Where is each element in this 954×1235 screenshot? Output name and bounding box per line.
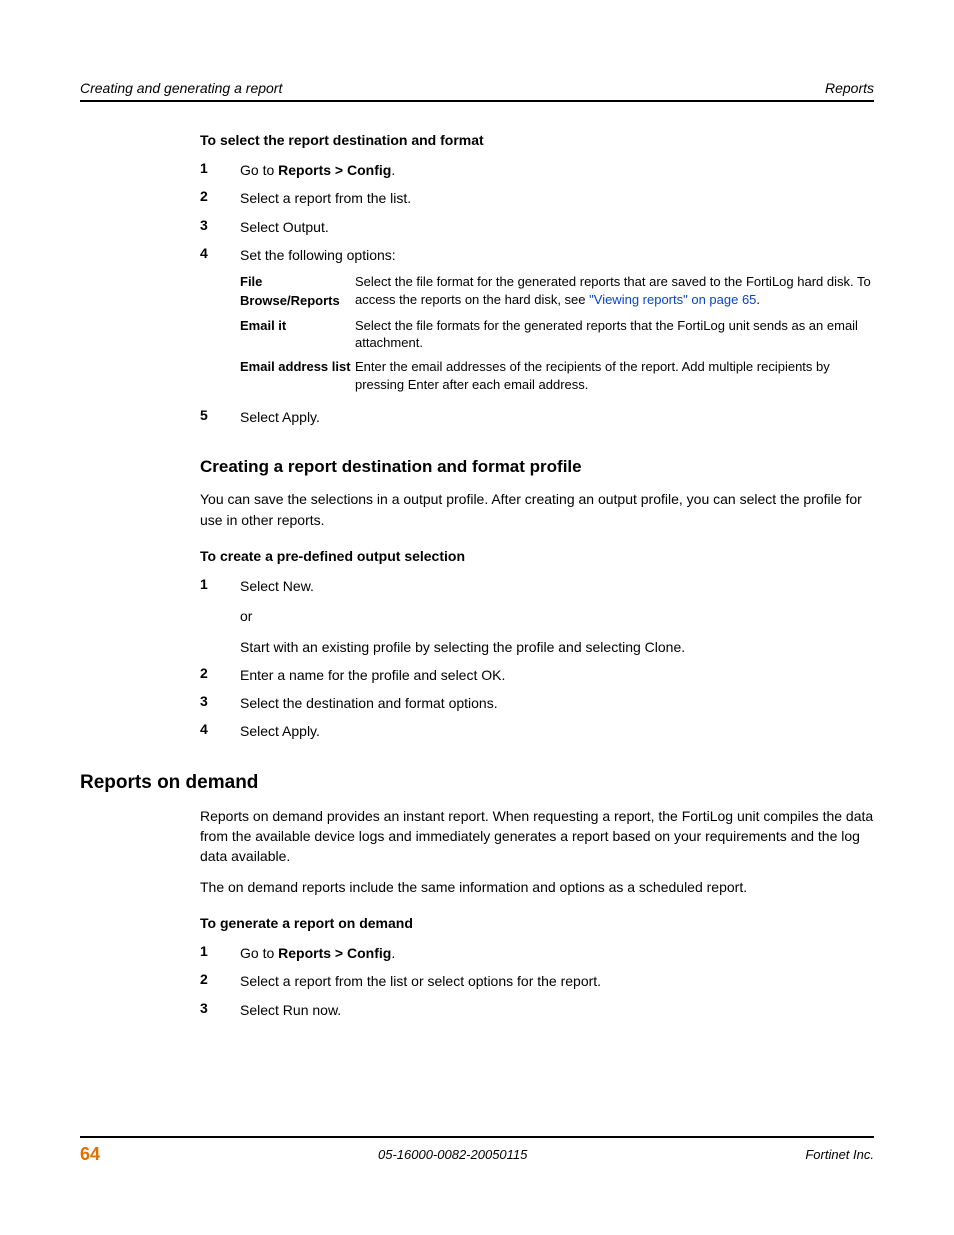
step-text: Select the destination and format option… (240, 693, 874, 713)
step-number: 3 (200, 217, 240, 237)
step-row: 1 Go to Reports > Config. (200, 160, 874, 180)
header-left: Creating and generating a report (80, 80, 282, 96)
step-text: Go to Reports > Config. (240, 160, 874, 180)
company-name: Fortinet Inc. (805, 1147, 874, 1162)
document-id: 05-16000-0082-20050115 (378, 1147, 527, 1162)
procedure-heading: To create a pre-defined output selection (200, 548, 874, 564)
step-row: 3 Select the destination and format opti… (200, 693, 874, 713)
step-text: Select New. or Start with an existing pr… (240, 576, 874, 657)
step-text: Select a report from the list. (240, 188, 874, 208)
step-row: 4 Set the following options: File Browse… (200, 245, 874, 399)
menu-path: Reports > Config (278, 945, 391, 961)
step-text: Set the following options: File Browse/R… (240, 245, 874, 399)
text-fragment: . (391, 162, 395, 178)
option-desc: Select the file format for the generated… (355, 273, 874, 311)
option-desc: Enter the email addresses of the recipie… (355, 358, 874, 393)
step-text: Enter a name for the profile and select … (240, 665, 874, 685)
option-row: File Browse/Reports Select the file form… (240, 273, 874, 311)
step-row: 2 Select a report from the list. (200, 188, 874, 208)
option-label: Email it (240, 317, 355, 352)
text-fragment: . (391, 945, 395, 961)
page-number: 64 (80, 1144, 100, 1165)
page: Creating and generating a report Reports… (0, 0, 954, 1235)
step-row: 3 Select Run now. (200, 1000, 874, 1020)
step-number: 2 (200, 188, 240, 208)
body-paragraph: Reports on demand provides an instant re… (200, 806, 874, 867)
text-fragment: Go to (240, 162, 278, 178)
step-row: 1 Select New. or Start with an existing … (200, 576, 874, 657)
running-header: Creating and generating a report Reports (80, 80, 874, 102)
step-text: Select a report from the list or select … (240, 971, 874, 991)
step-number: 1 (200, 943, 240, 963)
option-label: File Browse/Reports (240, 273, 355, 311)
step-row: 2 Select a report from the list or selec… (200, 971, 874, 991)
step-number: 4 (200, 245, 240, 399)
text-fragment: Go to (240, 945, 278, 961)
step-number: 5 (200, 407, 240, 427)
text-fragment: Set the following options: (240, 247, 396, 263)
body-paragraph: The on demand reports include the same i… (200, 877, 874, 897)
step-text: Select Run now. (240, 1000, 874, 1020)
cross-ref-link[interactable]: "Viewing reports" on page 65 (589, 292, 756, 307)
text-fragment: Select New. (240, 576, 874, 596)
procedure-heading: To generate a report on demand (200, 915, 874, 931)
step-number: 3 (200, 693, 240, 713)
step-row: 3 Select Output. (200, 217, 874, 237)
step-number: 1 (200, 576, 240, 657)
options-table: File Browse/Reports Select the file form… (240, 273, 874, 393)
step-number: 2 (200, 971, 240, 991)
step-number: 2 (200, 665, 240, 685)
text-fragment: Start with an existing profile by select… (240, 637, 874, 657)
body-paragraph: You can save the selections in a output … (200, 489, 874, 530)
menu-path: Reports > Config (278, 162, 391, 178)
section-heading-h2: Reports on demand (80, 772, 874, 794)
procedure-heading: To select the report destination and for… (200, 132, 874, 148)
step-row: 1 Go to Reports > Config. (200, 943, 874, 963)
step-text: Select Apply. (240, 721, 874, 741)
step-text: Select Output. (240, 217, 874, 237)
step-row: 5 Select Apply. (200, 407, 874, 427)
step-number: 3 (200, 1000, 240, 1020)
step-text: Go to Reports > Config. (240, 943, 874, 963)
step-number: 4 (200, 721, 240, 741)
option-row: Email it Select the file formats for the… (240, 317, 874, 352)
option-label: Email address list (240, 358, 355, 393)
option-desc: Select the file formats for the generate… (355, 317, 874, 352)
step-row: 4 Select Apply. (200, 721, 874, 741)
step-number: 1 (200, 160, 240, 180)
text-fragment: . (756, 292, 760, 307)
page-footer: 64 05-16000-0082-20050115 Fortinet Inc. (80, 1136, 874, 1165)
content-area: To select the report destination and for… (80, 132, 874, 1020)
option-row: Email address list Enter the email addre… (240, 358, 874, 393)
step-text: Select Apply. (240, 407, 874, 427)
step-row: 2 Enter a name for the profile and selec… (200, 665, 874, 685)
header-right: Reports (825, 80, 874, 96)
text-fragment: or (240, 606, 874, 626)
section-heading-h3: Creating a report destination and format… (200, 457, 874, 477)
